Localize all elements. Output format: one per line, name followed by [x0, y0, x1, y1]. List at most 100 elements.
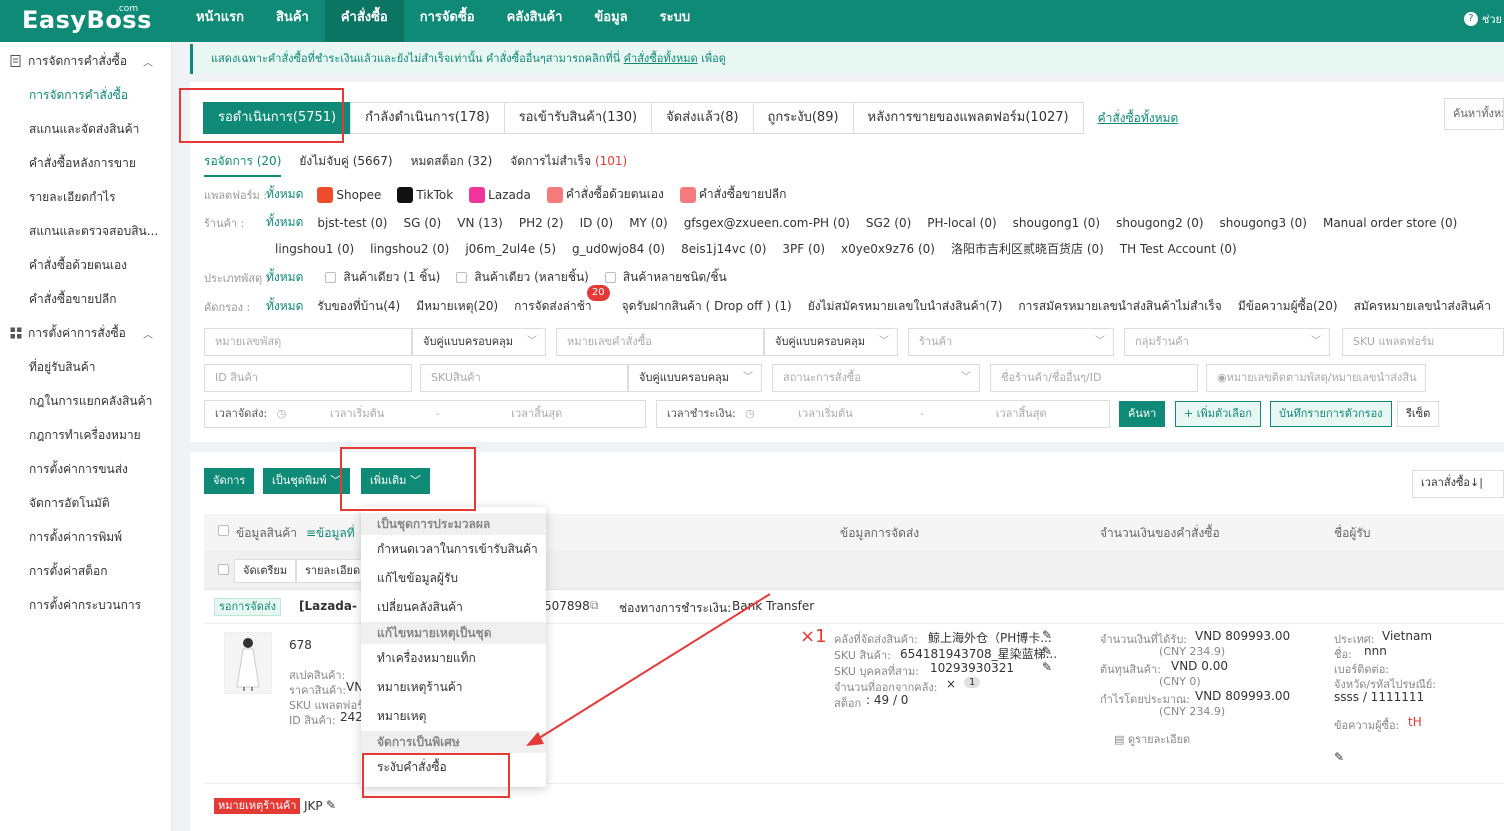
subtab-unmatched[interactable]: ยังไม่จับคู่ (5667): [299, 152, 392, 177]
shop-option[interactable]: bjst-test (0): [317, 216, 387, 230]
shop-group-select[interactable]: กลุ่มร้านค้า ﹀: [1124, 328, 1330, 356]
sidebar-item-retail-orders[interactable]: คำสั่งซื้อขายปลีก: [0, 282, 171, 316]
reset-button[interactable]: รีเซ็ต: [1397, 401, 1440, 427]
view-detail-link[interactable]: ▤ ดูรายละเอียด: [1114, 730, 1190, 748]
shop-option[interactable]: PH2 (2): [519, 216, 564, 230]
shop-option[interactable]: lingshou2 (0): [370, 242, 449, 256]
sidebar-item-scan-ship[interactable]: สแกนและจัดส่งสินค้า: [0, 112, 171, 146]
edit-icon[interactable]: ✎: [326, 798, 336, 812]
sidebar-item-order-management[interactable]: การจัดการคำสั่งซื้อ: [0, 78, 171, 112]
add-option-button[interactable]: + เพิ่มตัวเลือก: [1175, 401, 1262, 427]
sidebar-item-automation[interactable]: จัดการอัตโนมัติ: [0, 486, 171, 520]
shop-option[interactable]: shougong2 (0): [1116, 216, 1203, 230]
shop-option[interactable]: ID (0): [580, 216, 614, 230]
tab-shipped[interactable]: จัดส่งแล้ว(8): [651, 102, 754, 134]
edit-icon[interactable]: ✎: [1042, 628, 1052, 642]
shop-all[interactable]: ทั้งหมด: [266, 213, 303, 232]
shop-option[interactable]: gfsgex@zxueen.com-PH (0): [684, 216, 850, 230]
shop-option[interactable]: shougong1 (0): [1013, 216, 1100, 230]
parcel-all[interactable]: ทั้งหมด: [266, 268, 303, 287]
parcel-single-one[interactable]: สินค้าเดียว (1 ชิ้น): [325, 268, 440, 287]
platform-lazada[interactable]: Lazada: [469, 186, 531, 203]
menu-item-change-warehouse[interactable]: เปลี่ยนคลังสินค้า: [361, 593, 546, 622]
sidebar-item-manual-orders[interactable]: คำสั่งซื้อด้วยตนเอง: [0, 248, 171, 282]
nav-data[interactable]: ข้อมูล: [578, 0, 643, 42]
help-button[interactable]: ? ช่วย: [1463, 10, 1502, 28]
nav-orders[interactable]: คำสั่งซื้อ: [324, 0, 404, 42]
screen-home-pickup[interactable]: รับของที่บ้าน(4): [317, 297, 400, 316]
copy-icon[interactable]: ⧉: [590, 598, 599, 613]
sidebar-item-scan-check[interactable]: สแกนและตรวจสอบสิน...: [0, 214, 171, 248]
shop-option[interactable]: lingshou1 (0): [275, 242, 354, 256]
shop-option[interactable]: SG (0): [404, 216, 442, 230]
subtab-to-handle[interactable]: รอจัดการ (20): [204, 152, 282, 177]
subtab-out-of-stock[interactable]: หมดสต็อก (32): [411, 152, 493, 177]
sort-select[interactable]: เวลาสั่งซื้อ↓|: [1412, 470, 1504, 498]
tab-processing[interactable]: กำลังดำเนินการ(178): [350, 102, 505, 134]
order-status-select[interactable]: สถานะการสั่งซื้อ ﹀: [772, 364, 980, 392]
screen-has-note[interactable]: มีหมายเหตุ(20): [416, 297, 498, 316]
sidebar-item-pickup-address[interactable]: ที่อยู่รับสินค้า: [0, 350, 171, 384]
tab-awaiting-pickup[interactable]: รอเข้ารับสินค้า(130): [503, 102, 653, 134]
nav-warehouse[interactable]: คลังสินค้า: [491, 0, 579, 42]
ship-time-range[interactable]: เวลาจัดส่ง: ◷ เวลาเริ่มต้น - เวลาสิ้นสุด: [204, 400, 646, 428]
save-filter-button[interactable]: บันทึกรายการตัวกรอง: [1270, 401, 1392, 427]
menu-item-note[interactable]: หมายเหตุ: [361, 702, 546, 731]
shop-option[interactable]: PH-local (0): [927, 216, 996, 230]
shop-option[interactable]: TH Test Account (0): [1120, 242, 1237, 256]
screen-drop-off[interactable]: จุดรับฝากสินค้า ( Drop off ) (1): [622, 297, 792, 316]
shop-option[interactable]: x0ye0x9z76 (0): [841, 242, 935, 256]
prepare-button[interactable]: จัดเตรียม: [234, 559, 297, 583]
sidebar-item-process-settings[interactable]: การตั้งค่ากระบวนการ: [0, 588, 171, 622]
shop-option[interactable]: shougong3 (0): [1220, 216, 1307, 230]
manage-button[interactable]: จัดการ: [204, 468, 255, 494]
shop-option[interactable]: 3PF (0): [782, 242, 825, 256]
sidebar-item-stock-settings[interactable]: การตั้งค่าสต็อก: [0, 554, 171, 588]
col-product-more[interactable]: ≡ข้อมูลที่: [306, 524, 355, 543]
sidebar-group-order-management[interactable]: การจัดการคำสั่งซื้อ ︿: [0, 44, 171, 78]
nav-purchase[interactable]: การจัดซื้อ: [404, 0, 491, 42]
screen-no-tracking[interactable]: ยังไม่สมัครหมายเลขใบนำส่งสินค้า(7): [808, 297, 1003, 316]
search-button[interactable]: ค้นหา: [1119, 401, 1166, 427]
order-number-input[interactable]: หมายเลขคำสั่งซื้อ: [556, 328, 764, 356]
subtab-failed[interactable]: จัดการไม่สำเร็จ (101): [510, 152, 627, 177]
tracking-search-input[interactable]: ◉หมายเลขติดตามพัสดุ/หมายเลขนำส่งสิน: [1206, 364, 1426, 392]
nav-home[interactable]: หน้าแรก: [180, 0, 260, 42]
shop-option[interactable]: Manual order store (0): [1323, 216, 1457, 230]
tab-platform-after-sales[interactable]: หลังการขายของแพลตฟอร์ม(1027): [852, 102, 1084, 134]
match-mode-select-2[interactable]: จับคู่แบบครอบคลุม ﹀: [764, 328, 898, 356]
tab-suspended[interactable]: ถูกระงับ(89): [752, 102, 854, 134]
sidebar-item-warehouse-rules[interactable]: กฎในการแยกคลังสินค้า: [0, 384, 171, 418]
edit-icon[interactable]: ✎: [1334, 750, 1344, 764]
shop-option[interactable]: 洛阳市吉利区贰晓百货店 (0): [951, 240, 1104, 257]
shop-option[interactable]: 8eis1j14vc (0): [681, 242, 766, 256]
all-orders-link[interactable]: คำสั่งซื้อทั้งหมด: [624, 52, 698, 65]
match-mode-select-3[interactable]: จับคู่แบบครอบคลุม ﹀: [628, 364, 762, 392]
shop-select[interactable]: ร้านค้า ﹀: [908, 328, 1114, 356]
match-mode-select[interactable]: จับคู่แบบครอบคลุม ﹀: [412, 328, 546, 356]
screen-buyer-message[interactable]: มีข้อความผู้ซื้อ(20): [1238, 297, 1338, 316]
edit-icon[interactable]: ✎: [1042, 660, 1052, 674]
menu-item-edit-recipient[interactable]: แก้ไขข้อมูลผู้รับ: [361, 564, 546, 593]
sidebar-group-order-settings[interactable]: การตั้งค่าการสั่งซื้อ ︿: [0, 316, 171, 350]
select-all-checkbox[interactable]: [218, 525, 229, 536]
row-checkbox[interactable]: [218, 564, 229, 575]
sidebar-item-shipping-settings[interactable]: การตั้งค่าการขนส่ง: [0, 452, 171, 486]
platform-sku-input[interactable]: SKU แพลตฟอร์ม: [1342, 328, 1504, 356]
platform-shopee[interactable]: Shopee: [317, 186, 381, 203]
pay-time-range[interactable]: เวลาชำระเงิน: ◷ เวลาเริ่มต้น - เวลาสิ้นส…: [656, 400, 1110, 428]
all-orders-tab-link[interactable]: คำสั่งซื้อทั้งหมด: [1098, 102, 1179, 134]
platform-manual[interactable]: คำสั่งซื้อด้วยตนเอง: [546, 185, 664, 204]
menu-item-tag[interactable]: ทำเครื่องหมายแท็ก: [361, 644, 546, 673]
detail-button[interactable]: รายละเอียด: [296, 559, 370, 583]
shop-option[interactable]: j06m_2ul4e (5): [465, 242, 556, 256]
parcel-single-multi[interactable]: สินค้าเดียว (หลายชิ้น): [456, 268, 589, 287]
product-name-input[interactable]: ชื่อร้านค้า/ชื่ออื่นๆ/ID: [990, 364, 1198, 392]
platform-retail[interactable]: คำสั่งซื้อขายปลีก: [679, 185, 786, 204]
screen-apply-tracking[interactable]: สมัครหมายเลขนำส่งสินค้า: [1354, 297, 1491, 316]
checkbox[interactable]: [325, 272, 337, 283]
screen-all[interactable]: ทั้งหมด: [266, 297, 303, 316]
shop-option[interactable]: g_ud0wjo84 (0): [572, 242, 665, 256]
menu-item-pickup-time[interactable]: กำหนดเวลาในการเข้ารับสินค้า: [361, 535, 546, 564]
platform-all[interactable]: ทั้งหมด: [266, 185, 303, 204]
